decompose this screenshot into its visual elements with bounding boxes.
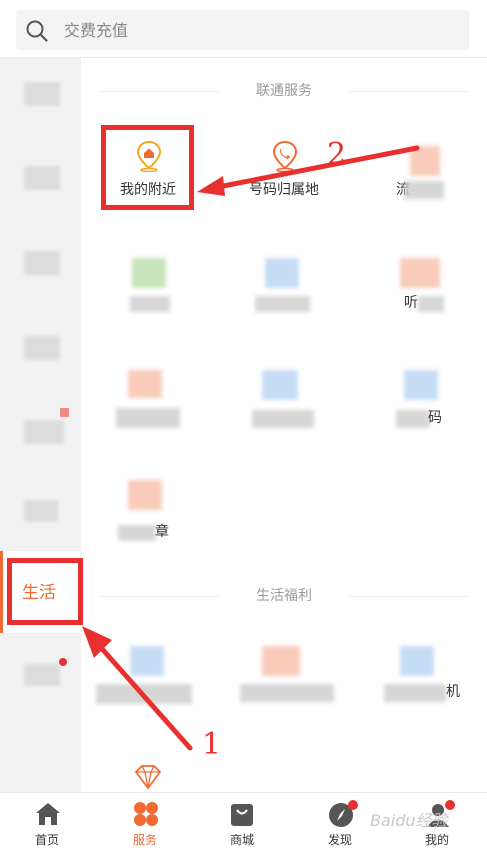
badge-dot xyxy=(59,658,67,666)
sidebar-item-blurred[interactable] xyxy=(24,82,60,106)
search-input[interactable]: 交费充值 xyxy=(64,20,128,42)
divider xyxy=(350,596,470,597)
nav-home[interactable]: 首页 xyxy=(17,800,77,848)
section-title-unicom: 联通服务 xyxy=(256,83,312,99)
diamond-icon xyxy=(134,765,162,790)
blurred-label xyxy=(252,410,314,428)
nav-service[interactable]: 服务 xyxy=(115,800,175,848)
annotation-arrow-1 xyxy=(82,626,193,751)
shopping-bag-icon xyxy=(231,804,253,826)
blurred-label xyxy=(116,408,180,428)
nav-label: 我的 xyxy=(424,833,449,847)
sidebar-item-blurred[interactable] xyxy=(24,664,60,686)
blurred-label xyxy=(396,410,430,428)
sidebar-item-blurred[interactable] xyxy=(24,166,60,190)
nav-discover[interactable]: 发现 xyxy=(310,800,370,848)
nav-label: 首页 xyxy=(34,833,59,847)
section-title-life: 生活福利 xyxy=(256,588,312,604)
annotation-box-sidebar xyxy=(7,558,83,625)
blurred-label xyxy=(255,296,310,312)
item-label-partial: 码 xyxy=(428,410,442,426)
home-icon xyxy=(36,803,60,825)
blurred-icon xyxy=(128,370,162,398)
badge-dot xyxy=(348,800,358,810)
divider xyxy=(98,596,218,597)
blurred-label xyxy=(118,525,156,541)
annotation-number-1: 1 xyxy=(202,727,222,762)
annotation-box-nearby xyxy=(101,125,194,210)
annotation-arrow-2 xyxy=(197,145,420,196)
sidebar-item-blurred[interactable] xyxy=(24,420,64,444)
watermark: Baidu经验 xyxy=(370,811,448,830)
service-icon xyxy=(134,802,158,826)
blurred-icon xyxy=(400,258,440,288)
blurred-label xyxy=(384,684,446,702)
blurred-label xyxy=(418,296,444,312)
sidebar xyxy=(0,58,81,794)
item-label-partial: 听 xyxy=(404,295,418,311)
nav-label: 服务 xyxy=(132,833,157,847)
nav-label: 发现 xyxy=(327,833,352,847)
blurred-label xyxy=(130,296,170,312)
badge-dot xyxy=(445,800,455,810)
badge-dot xyxy=(60,408,69,417)
divider xyxy=(350,91,470,92)
nav-mall[interactable]: 商城 xyxy=(212,800,272,848)
annotation-number-2: 2 xyxy=(327,137,347,172)
divider xyxy=(98,91,218,92)
sidebar-item-blurred[interactable] xyxy=(24,500,58,522)
blurred-icon xyxy=(128,480,162,510)
search-icon xyxy=(26,20,48,42)
blurred-icon xyxy=(400,646,434,676)
blurred-icon xyxy=(265,258,299,288)
blurred-icon xyxy=(404,370,438,400)
active-indicator xyxy=(0,551,3,633)
sidebar-item-blurred[interactable] xyxy=(24,336,60,360)
item-label-partial: 机 xyxy=(446,684,460,700)
blurred-icon xyxy=(262,370,298,400)
blurred-label xyxy=(240,684,334,702)
item-label-partial: 章 xyxy=(155,524,169,540)
nav-label: 商城 xyxy=(229,833,254,847)
sidebar-item-blurred[interactable] xyxy=(24,251,60,275)
blurred-icon xyxy=(132,258,166,288)
blurred-icon xyxy=(262,646,300,676)
